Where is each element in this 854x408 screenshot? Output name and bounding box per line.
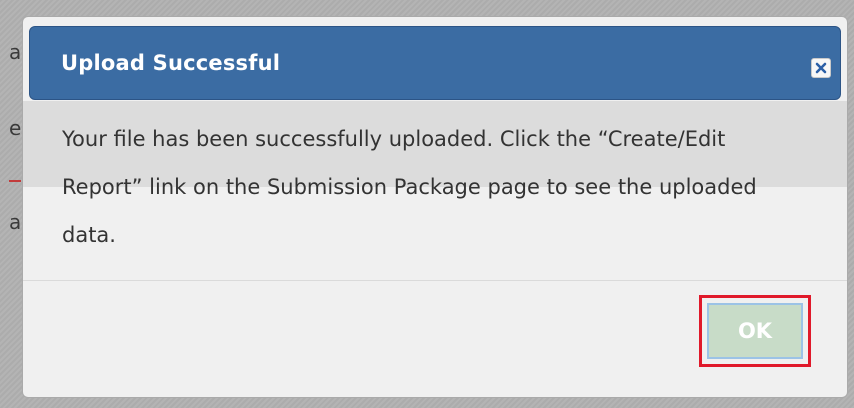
background-text-fragment: a — [9, 40, 22, 64]
close-button[interactable] — [811, 58, 831, 78]
ok-button[interactable]: OK — [707, 303, 803, 359]
background-text-fragment: a — [9, 210, 22, 234]
dialog-titlebar: Upload Successful — [29, 26, 841, 100]
dialog-divider — [23, 280, 847, 281]
background-red-line — [9, 180, 21, 182]
upload-successful-dialog: Upload Successful Your file has been suc… — [22, 16, 848, 398]
dialog-title: Upload Successful — [61, 51, 281, 75]
close-icon — [815, 62, 827, 74]
dialog-message: Your file has been successfully uploaded… — [62, 127, 757, 247]
background-text-fragment: e — [9, 116, 22, 140]
